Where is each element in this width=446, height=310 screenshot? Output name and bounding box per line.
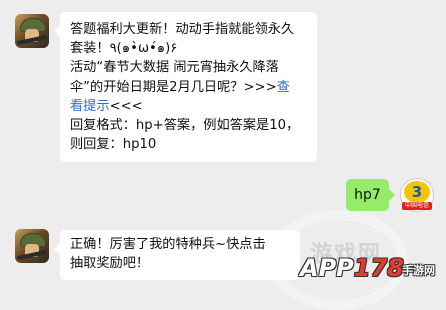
message-line: 活动“春节大数据 闹元宵抽永久降落 — [70, 60, 279, 76]
hint-link[interactable]: 看提示 — [70, 99, 110, 114]
message-line: 答题福利大更新！动动手指就能领永久 — [70, 22, 295, 37]
number-badge-icon: 3 — [404, 181, 430, 203]
message-line: 伞”的开始日期是2月几日呢？>>>查 — [70, 78, 307, 97]
message-text: 伞”的开始日期是2月几日呢？>>> — [70, 79, 277, 95]
user-message-text: hp7 — [354, 187, 381, 203]
bubble-tail — [389, 189, 395, 201]
bot-avatar[interactable] — [15, 14, 49, 48]
message-line: 则回复：hp10 — [70, 137, 157, 153]
bubble-tail — [54, 25, 60, 37]
bubble-tail — [54, 243, 60, 255]
bot-message-bubble: 答题福利大更新！动动手指就能领永久 套装！٩(๑•̀ω•́๑)۶ 活动“春节大数… — [54, 12, 317, 162]
message-text: <<< — [109, 98, 143, 114]
watermark-logo: APP178 — [300, 254, 404, 282]
bot-message-bubble: 正确！厉害了我的特种兵~快点击 抽取奖励吧！ — [54, 230, 300, 280]
message-line: 正确！厉害了我的特种兵~快点击 — [70, 237, 266, 252]
message-line: 回复格式：hp+答案，例如答案是10， — [70, 118, 300, 134]
hint-link[interactable]: 查 — [277, 80, 290, 95]
watermark-site: 手游网 — [402, 264, 435, 277]
message-line: 看提示<<< — [70, 97, 307, 116]
bot-avatar[interactable] — [15, 229, 49, 263]
user-avatar[interactable]: 3 中国电信 — [400, 178, 434, 212]
watermark-brand: APP — [300, 254, 354, 282]
message-line: 套装！٩(๑•̀ω•́๑)۶ — [70, 41, 178, 57]
carrier-label: 中国电信 — [402, 202, 432, 210]
message-line: 抽取奖励吧！ — [70, 256, 150, 272]
user-message-bubble: hp7 — [346, 179, 395, 211]
watermark-number: 178 — [353, 254, 404, 282]
